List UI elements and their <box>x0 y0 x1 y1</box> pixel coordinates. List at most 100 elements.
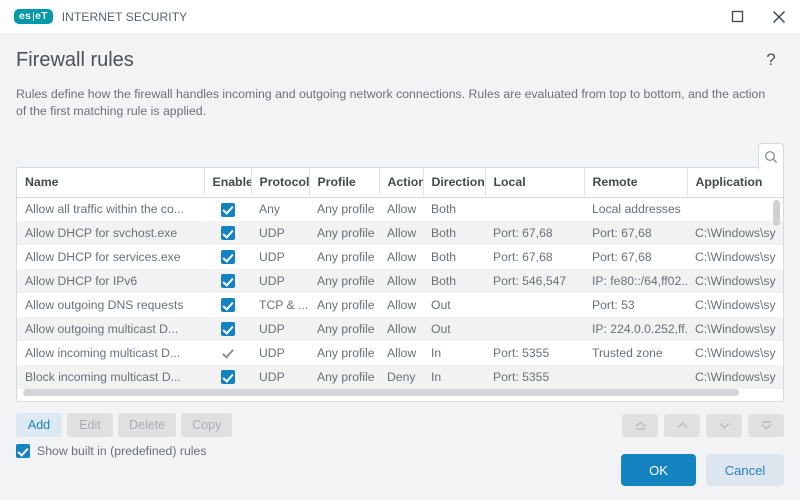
cancel-button[interactable]: Cancel <box>706 454 784 486</box>
move-down-button <box>706 414 742 437</box>
column-header-profile[interactable]: Profile <box>309 168 379 197</box>
cell-action: Deny <box>379 365 423 389</box>
cell-action: Allow <box>379 221 423 245</box>
show-builtin-rules-checkbox[interactable] <box>16 444 30 458</box>
column-header-protocol[interactable]: Protocol <box>251 168 309 197</box>
cell-enabled[interactable] <box>204 245 251 269</box>
move-to-bottom-button <box>748 414 784 437</box>
move-up-button <box>664 414 700 437</box>
cell-protocol: TCP & ... <box>251 293 309 317</box>
move-to-top-button <box>622 414 658 437</box>
close-icon <box>772 10 786 24</box>
help-icon: ? <box>766 50 775 70</box>
rule-enabled-checkbox[interactable] <box>221 346 235 360</box>
horizontal-scrollbar-thumb[interactable] <box>23 389 739 396</box>
cell-profile: Any profile <box>309 293 379 317</box>
cell-protocol: Any <box>251 197 309 221</box>
column-header-enabled[interactable]: Enabled <box>204 168 251 197</box>
cell-name: Allow DHCP for svchost.exe <box>17 221 204 245</box>
cell-local: Port: 67,68 <box>485 221 584 245</box>
cell-direction: Both <box>423 197 485 221</box>
column-header-remote[interactable]: Remote <box>584 168 687 197</box>
table-row[interactable]: Allow all traffic within the co...AnyAny… <box>17 197 783 221</box>
cell-name: Allow outgoing multicast D... <box>17 317 204 341</box>
cell-action: Allow <box>379 293 423 317</box>
show-builtin-rules-option[interactable]: Show built in (predefined) rules <box>16 444 207 458</box>
table-row[interactable]: Allow DHCP for svchost.exe UDPAny profile… <box>17 221 783 245</box>
cell-action: Allow <box>379 197 423 221</box>
cell-application: C:\Windows\sy <box>687 317 783 341</box>
vertical-scrollbar[interactable] <box>773 200 780 396</box>
table-body: Allow all traffic within the co...AnyAny… <box>17 197 783 389</box>
cell-local <box>485 293 584 317</box>
rule-enabled-checkbox[interactable] <box>221 298 235 312</box>
cell-action: Allow <box>379 317 423 341</box>
page-description: Rules define how the firewall handles in… <box>16 86 768 120</box>
cell-enabled[interactable] <box>204 197 251 221</box>
cell-direction: Both <box>423 269 485 293</box>
edit-button: Edit <box>67 413 113 437</box>
cell-enabled[interactable] <box>204 221 251 245</box>
horizontal-scrollbar[interactable] <box>23 389 769 396</box>
cell-application: C:\Windows\sy <box>687 341 783 365</box>
cell-enabled[interactable] <box>204 341 251 365</box>
cell-local: Port: 5355 <box>485 341 584 365</box>
cell-protocol: UDP <box>251 269 309 293</box>
cell-enabled[interactable] <box>204 365 251 389</box>
page-title: Firewall rules <box>16 47 134 73</box>
cell-application: C:\Windows\sy <box>687 245 783 269</box>
cell-enabled[interactable] <box>204 317 251 341</box>
show-builtin-rules-label: Show built in (predefined) rules <box>37 444 207 458</box>
rule-enabled-checkbox[interactable] <box>221 226 235 240</box>
cell-profile: Any profile <box>309 221 379 245</box>
cell-enabled[interactable] <box>204 269 251 293</box>
add-button[interactable]: Add <box>16 413 62 437</box>
close-button[interactable] <box>758 0 800 33</box>
table-row[interactable]: Allow outgoing DNS requests TCP & ...Any … <box>17 293 783 317</box>
help-button[interactable]: ? <box>760 48 782 72</box>
cell-local: Port: 546,547 <box>485 269 584 293</box>
column-header-action[interactable]: Action <box>379 168 423 197</box>
table-row[interactable]: Block incoming multicast D...UDPAny prof… <box>17 365 783 389</box>
dialog-footer: OK Cancel <box>621 454 784 486</box>
search-button[interactable] <box>758 143 784 169</box>
table-row[interactable]: Allow DHCP for services.exeUDPAny profil… <box>17 245 783 269</box>
maximize-button[interactable] <box>716 0 758 33</box>
rule-enabled-checkbox[interactable] <box>221 250 235 264</box>
table-row[interactable]: Allow DHCP for IPv6UDPAny profileAllowBo… <box>17 269 783 293</box>
cell-direction: Both <box>423 245 485 269</box>
cell-application <box>687 197 783 221</box>
rule-enabled-checkbox[interactable] <box>221 370 235 384</box>
column-header-name[interactable]: Name <box>17 168 204 197</box>
rules-toolbar: Add Edit Delete Copy <box>16 413 784 437</box>
ok-button[interactable]: OK <box>621 454 696 486</box>
cell-remote: Trusted zone <box>584 341 687 365</box>
cell-remote <box>584 365 687 389</box>
move-up-icon <box>675 419 690 432</box>
rule-enabled-checkbox[interactable] <box>221 322 235 336</box>
cell-protocol: UDP <box>251 221 309 245</box>
cell-name: Block incoming multicast D... <box>17 365 204 389</box>
cell-remote: Port: 67,68 <box>584 245 687 269</box>
vertical-scrollbar-thumb[interactable] <box>773 200 780 226</box>
cell-profile: Any profile <box>309 317 379 341</box>
eset-logo-badge: eseT <box>14 9 53 24</box>
cell-direction: In <box>423 341 485 365</box>
rules-table: Name Enabled Protocol Profile Action Dir… <box>17 168 783 389</box>
cell-name: Allow outgoing DNS requests <box>17 293 204 317</box>
table-row[interactable]: Allow outgoing multicast D...UDPAny prof… <box>17 317 783 341</box>
column-header-application[interactable]: Application <box>687 168 783 197</box>
cell-name: Allow DHCP for IPv6 <box>17 269 204 293</box>
window-controls <box>716 0 800 33</box>
cell-local: Port: 5355 <box>485 365 584 389</box>
cell-local <box>485 197 584 221</box>
cell-direction: Out <box>423 317 485 341</box>
cell-direction: In <box>423 365 485 389</box>
cell-application: C:\Windows\sy <box>687 221 783 245</box>
rule-enabled-checkbox[interactable] <box>221 203 235 217</box>
column-header-local[interactable]: Local <box>485 168 584 197</box>
table-row[interactable]: Allow incoming multicast D...UDPAny prof… <box>17 341 783 365</box>
rule-enabled-checkbox[interactable] <box>221 274 235 288</box>
column-header-direction[interactable]: Direction <box>423 168 485 197</box>
cell-enabled[interactable] <box>204 293 251 317</box>
